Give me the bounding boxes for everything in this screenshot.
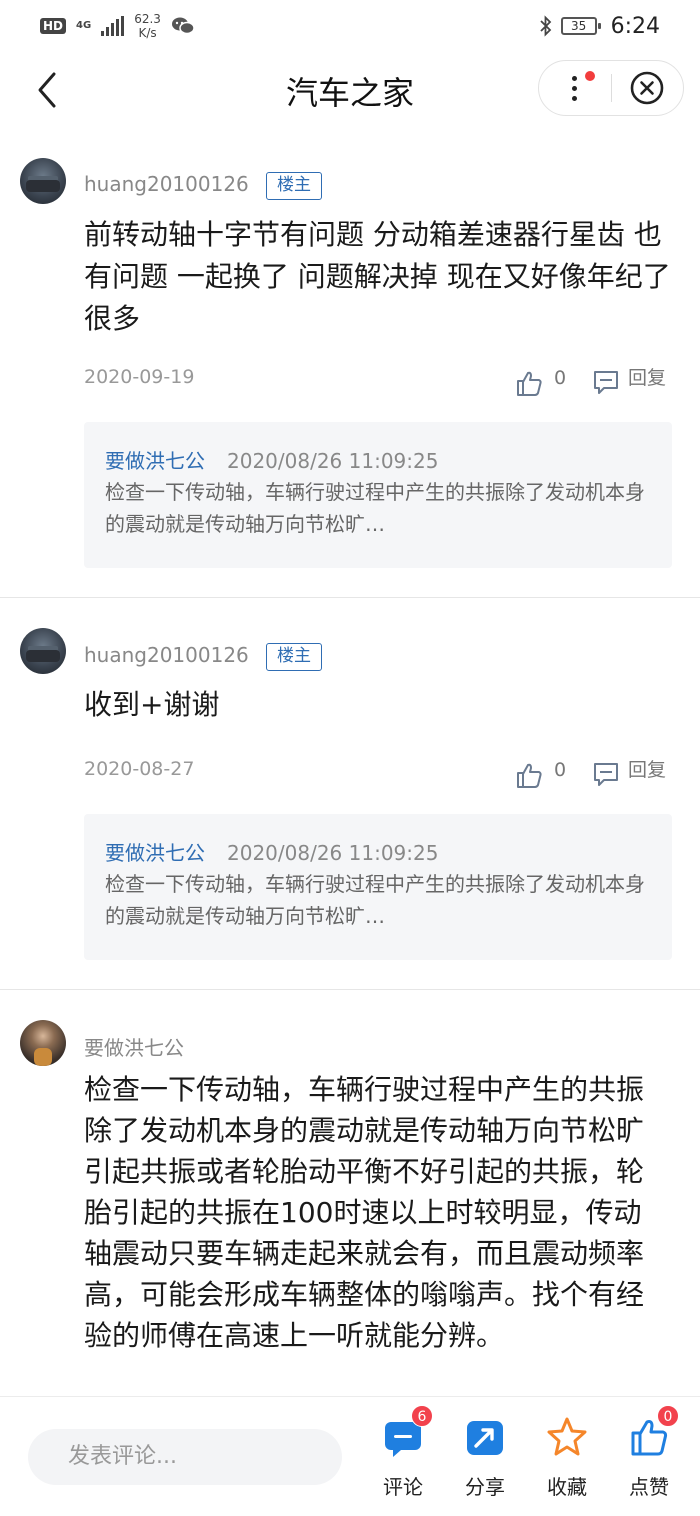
share-button[interactable]: 分享 xyxy=(450,1415,520,1500)
thumbs-up-icon xyxy=(517,371,542,396)
quoted-comment[interactable]: 要做洪七公 2020/08/26 11:09:25 检查一下传动轴，车辆行驶过程中… xyxy=(84,814,672,960)
status-right: 35 6:24 xyxy=(539,14,660,39)
share-icon xyxy=(463,1415,507,1459)
like-count: 0 xyxy=(554,759,567,781)
like-button[interactable]: 0 xyxy=(514,760,566,792)
reply-button[interactable]: 回复 xyxy=(592,368,666,400)
network-speed: 62.3 K/s xyxy=(134,12,161,40)
notification-dot xyxy=(585,71,595,81)
username[interactable]: huang20100126 xyxy=(84,172,249,196)
reply-icon xyxy=(594,763,618,786)
quote-header: 要做洪七公 2020/08/26 11:09:25 xyxy=(105,838,672,868)
clock: 6:24 xyxy=(610,13,660,39)
op-badge: 楼主 xyxy=(266,172,322,200)
like-count-badge: 0 xyxy=(657,1405,679,1427)
like-button-main[interactable]: 0 点赞 xyxy=(614,1405,684,1500)
divider xyxy=(0,989,700,990)
hd-indicator: HD xyxy=(40,18,67,34)
like-button[interactable]: 0 xyxy=(514,368,566,400)
bluetooth-icon xyxy=(539,15,551,37)
avatar[interactable] xyxy=(20,1020,66,1066)
quote-time: 2020/08/26 11:09:25 xyxy=(227,841,439,865)
reply-icon xyxy=(594,371,618,394)
network-speed-value: 62.3 xyxy=(134,12,161,26)
avatar[interactable] xyxy=(20,158,66,204)
post-text: 检查一下传动轴，车辆行驶过程中产生的共振除了发动机本身的震动就是传动轴万向节松旷… xyxy=(84,1073,645,1352)
close-button[interactable] xyxy=(612,61,684,115)
mini-program-capsule xyxy=(538,60,684,116)
more-vertical-icon xyxy=(572,75,578,101)
network-speed-unit: K/s xyxy=(138,26,157,40)
like-count: 0 xyxy=(554,367,567,389)
thumbs-up-icon: 0 xyxy=(627,1405,679,1459)
status-left: HD 4G 62.3 K/s xyxy=(40,12,195,40)
username[interactable]: huang20100126 xyxy=(84,643,249,667)
op-badge: 楼主 xyxy=(266,643,322,671)
quoted-comment[interactable]: 要做洪七公 2020/08/26 11:09:25 检查一下传动轴，车辆行驶过程中… xyxy=(84,422,672,568)
comment-input[interactable]: 发表评论... xyxy=(28,1429,342,1485)
share-label: 分享 xyxy=(465,1475,505,1499)
quote-time: 2020/08/26 11:09:25 xyxy=(227,449,439,473)
quote-author[interactable]: 要做洪七公 xyxy=(105,449,205,473)
comment-button[interactable]: 6 评论 xyxy=(368,1405,438,1500)
reply-button[interactable]: 回复 xyxy=(592,760,666,792)
star-icon xyxy=(545,1415,589,1459)
divider xyxy=(0,597,700,598)
reply-label: 回复 xyxy=(628,367,667,389)
signal-icon xyxy=(101,16,125,36)
reply-label: 回复 xyxy=(628,759,667,781)
quote-header: 要做洪七公 2020/08/26 11:09:25 xyxy=(105,446,672,476)
battery-icon: 35 xyxy=(560,17,601,35)
favorite-button[interactable]: 收藏 xyxy=(532,1415,602,1500)
post-text: 收到+谢谢 xyxy=(84,688,220,721)
thumbs-up-icon xyxy=(517,763,542,788)
more-button[interactable] xyxy=(539,61,611,115)
like-label: 点赞 xyxy=(629,1475,669,1499)
post-date: 2020-09-19 xyxy=(84,366,195,388)
wechat-icon xyxy=(171,17,195,35)
quote-author[interactable]: 要做洪七公 xyxy=(105,841,205,865)
comment-label: 评论 xyxy=(383,1475,423,1499)
comment-count-badge: 6 xyxy=(411,1405,433,1427)
quote-text: 检查一下传动轴，车辆行驶过程中产生的共振除了发动机本身的震动就是传动轴万向节松旷… xyxy=(105,480,645,536)
status-bar: HD 4G 62.3 K/s 35 6:24 xyxy=(0,0,700,52)
comment-icon: 6 xyxy=(381,1405,433,1459)
quote-text: 检查一下传动轴，车辆行驶过程中产生的共振除了发动机本身的震动就是传动轴万向节松旷… xyxy=(105,872,645,928)
avatar[interactable] xyxy=(20,628,66,674)
favorite-label: 收藏 xyxy=(547,1475,587,1499)
close-circle-icon xyxy=(630,71,664,105)
post-date: 2020-08-27 xyxy=(84,758,195,780)
bottom-toolbar: 发表评论... 6 评论 分享 收藏 0 点赞 xyxy=(0,1396,700,1516)
network-type: 4G xyxy=(76,20,92,31)
nav-bar: 汽车之家 xyxy=(0,52,700,126)
post-text: 前转动轴十字节有问题 分动箱差速器行星齿 也有问题 一起换了 问题解决掉 现在又… xyxy=(84,218,671,335)
username[interactable]: 要做洪七公 xyxy=(84,1032,184,1061)
